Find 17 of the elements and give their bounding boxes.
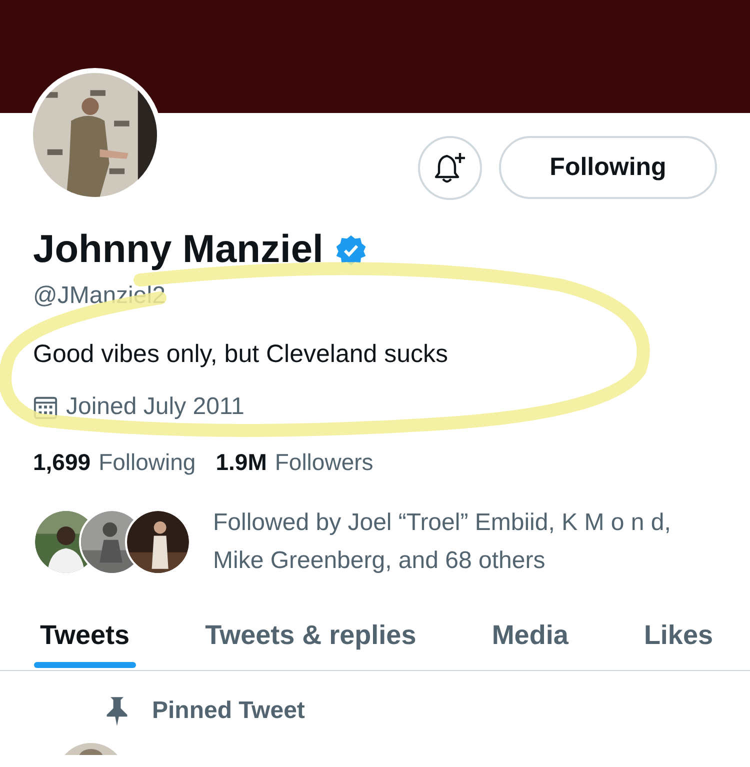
followed-by-text: Followed by Joel “Troel” Embiid, K M o n d, Mike Greenberg, and 68 others: [213, 508, 672, 576]
profile-name: Johnny Manziel: [33, 228, 324, 272]
pin-icon: [104, 695, 130, 727]
stat-count[interactable]: 1.9M: [216, 449, 267, 476]
profile-bio: Good vibes only, but Cleveland sucks: [33, 340, 450, 369]
following-button[interactable]: Following: [499, 136, 717, 199]
stat-label[interactable]: Followers: [274, 449, 374, 476]
stat-count[interactable]: 1,699: [33, 449, 91, 476]
profile-handle: @JManziel2: [33, 282, 166, 310]
pinned-tweet-label: Pinned Tweet: [152, 697, 305, 725]
profile-tab[interactable]: Tweets: [40, 606, 130, 651]
profile-tab[interactable]: Media: [492, 606, 568, 651]
bell-plus-icon: [433, 151, 467, 185]
profile-tab[interactable]: Tweets & replies: [205, 606, 416, 651]
profile-tab[interactable]: Likes: [644, 606, 713, 651]
stat-label[interactable]: Following: [98, 449, 196, 476]
joined-date: Joined July 2011: [66, 393, 244, 421]
